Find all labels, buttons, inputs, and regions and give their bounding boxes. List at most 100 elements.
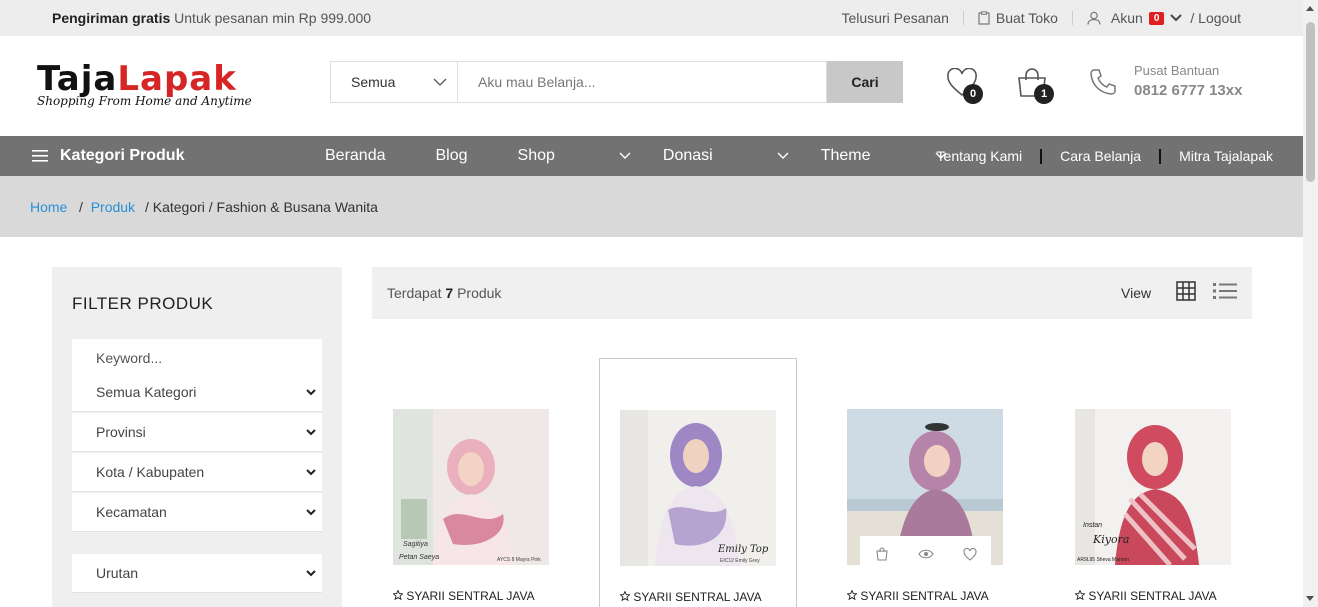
product-image-code: AYCS 8 Mayra Pink — [497, 557, 541, 563]
search-category-value: Semua — [351, 74, 396, 90]
chevron-down-icon — [306, 388, 316, 395]
product-card[interactable]: SYARII SENTRAL JAVA — [827, 358, 1025, 607]
help-label: Pusat Bantuan — [1134, 63, 1220, 78]
filter-title: FILTER PRODUK — [72, 294, 214, 313]
breadcrumb-produk[interactable]: Produk — [91, 199, 135, 215]
categories-label: Kategori Produk — [60, 147, 185, 164]
nav-menu: Beranda Blog Shop Donasi Theme — [325, 147, 979, 165]
product-image-caption: Petan Saeya — [399, 554, 439, 561]
product-seller[interactable]: SYARII SENTRAL JAVA — [1074, 589, 1217, 603]
view-label: View — [1121, 285, 1152, 301]
scroll-up-arrow[interactable] — [1306, 6, 1314, 11]
account-menu[interactable]: Akun 0 — [1087, 10, 1183, 26]
search-bar: Semua Aku mau Belanja... Cari — [330, 61, 903, 103]
sort-select[interactable]: Urutan — [72, 554, 322, 593]
product-image[interactable]: Emily Top EIC12 Emily Grey — [620, 410, 776, 566]
filter-provinsi-select[interactable]: Provinsi — [72, 413, 322, 452]
search-button[interactable]: Cari — [827, 61, 903, 103]
nav-item-beranda[interactable]: Beranda — [325, 147, 386, 165]
help-phone: 0812 6777 13xx — [1134, 82, 1243, 99]
product-image-caption: Emily Top — [717, 544, 769, 555]
help-center[interactable]: Pusat Bantuan 0812 6777 13xx — [1134, 63, 1242, 99]
top-bar: Pengiriman gratis Untuk pesanan min Rp 9… — [0, 0, 1303, 36]
nav-item-shop[interactable]: Shop — [518, 147, 631, 165]
cart-button[interactable]: 1 — [1016, 68, 1054, 104]
results-toolbar: Terdapat 7 Produk View — [372, 267, 1252, 319]
header: TajaLapak Shopping From Home and Anytime… — [0, 36, 1303, 136]
breadcrumb-rest: / Kategori / Fashion & Busana Wanita — [144, 199, 378, 215]
product-image-caption-top: Sagitiya — [403, 541, 428, 548]
product-image[interactable]: Instan Kiyora AR9L95 Sheva Maroon — [1075, 409, 1231, 565]
product-image[interactable]: Sagitiya Petan Saeya AYCS 8 Mayra Pink — [393, 409, 549, 565]
product-card[interactable]: Sagitiya Petan Saeya AYCS 8 Mayra Pink S… — [373, 358, 571, 607]
breadcrumb-home[interactable]: Home — [30, 199, 67, 215]
wishlist-heart-icon[interactable] — [962, 547, 977, 561]
add-to-cart-icon[interactable] — [875, 547, 889, 561]
scrollbar-thumb[interactable] — [1306, 22, 1315, 182]
divider — [962, 11, 964, 25]
star-icon — [846, 589, 858, 601]
breadcrumb: Home / Produk / Kategori / Fashion & Bus… — [0, 176, 1303, 237]
quick-view-eye-icon[interactable] — [917, 548, 934, 560]
divider — [1040, 148, 1043, 164]
filter-kategori-select[interactable]: Semua Kategori — [72, 373, 322, 412]
grid-view-icon[interactable] — [1176, 281, 1196, 301]
product-image-code: AR9L95 Sheva Maroon — [1077, 557, 1129, 563]
product-image-code: EIC12 Emily Grey — [720, 558, 760, 564]
shipping-bold: Pengiriman gratis — [52, 10, 171, 26]
clipboard-icon — [978, 11, 990, 25]
product-seller[interactable]: SYARII SENTRAL JAVA — [619, 590, 762, 604]
filter-kecamatan-select[interactable]: Kecamatan — [72, 493, 322, 532]
top-bar-links: Telusuri Pesanan Buat Toko Akun 0 / Logo… — [841, 10, 1241, 26]
hamburger-icon — [32, 150, 48, 162]
chevron-down-icon — [619, 152, 631, 159]
chevron-down-icon — [306, 468, 316, 475]
track-orders-link[interactable]: Telusuri Pesanan — [841, 10, 948, 26]
categories-menu-button[interactable]: Kategori Produk — [32, 147, 184, 165]
wishlist-count-badge: 0 — [963, 84, 983, 104]
filter-kota-select[interactable]: Kota / Kabupaten — [72, 453, 322, 492]
chevron-down-icon — [306, 428, 316, 435]
star-icon — [1074, 589, 1086, 601]
open-store-link[interactable]: Buat Toko — [978, 10, 1058, 26]
account-badge: 0 — [1148, 11, 1165, 25]
chevron-down-icon — [306, 569, 316, 576]
product-hover-actions — [860, 536, 991, 572]
account-label: Akun — [1110, 10, 1143, 26]
logo[interactable]: TajaLapak Shopping From Home and Anytime — [37, 62, 252, 108]
link-mitra[interactable]: Mitra Tajalapak — [1179, 148, 1273, 164]
product-card[interactable]: Instan Kiyora AR9L95 Sheva Maroon SYARII… — [1055, 358, 1253, 607]
search-category-select[interactable]: Semua — [330, 61, 457, 103]
product-seller[interactable]: SYARII SENTRAL JAVA — [392, 589, 535, 603]
nav-item-donasi[interactable]: Donasi — [663, 147, 789, 165]
divider — [1071, 11, 1073, 25]
divider — [1159, 148, 1162, 164]
chevron-down-icon — [433, 78, 447, 86]
search-input[interactable]: Aku mau Belanja... — [457, 61, 827, 103]
product-seller[interactable]: SYARII SENTRAL JAVA — [846, 589, 989, 603]
product-image-caption-top: Instan — [1083, 522, 1102, 529]
page-scrollbar[interactable] — [1303, 0, 1318, 607]
nav-item-theme[interactable]: Theme — [821, 147, 947, 165]
star-icon — [392, 589, 404, 601]
filter-sidebar: FILTER PRODUK Keyword... Semua Kategori … — [52, 267, 342, 607]
phone-icon — [1090, 69, 1116, 95]
scroll-down-arrow[interactable] — [1306, 596, 1314, 601]
main-nav: Kategori Produk Beranda Blog Shop Donasi… — [0, 136, 1303, 176]
link-cara-belanja[interactable]: Cara Belanja — [1060, 148, 1141, 164]
shipping-text: Untuk pesanan min Rp 999.000 — [174, 10, 372, 26]
open-store-label: Buat Toko — [995, 10, 1058, 26]
product-card[interactable]: Emily Top EIC12 Emily Grey SYARII SENTRA… — [599, 358, 797, 607]
chevron-down-icon — [306, 508, 316, 515]
wishlist-button[interactable]: 0 — [946, 67, 983, 104]
chevron-down-icon — [1170, 14, 1183, 22]
link-tentang-kami[interactable]: Tentang Kami — [937, 148, 1023, 164]
user-icon — [1087, 11, 1101, 25]
nav-item-blog[interactable]: Blog — [436, 147, 468, 165]
shipping-notice: Pengiriman gratis Untuk pesanan min Rp 9… — [52, 10, 371, 26]
cart-count-badge: 1 — [1034, 84, 1054, 104]
list-view-icon[interactable] — [1212, 282, 1238, 300]
product-image-caption: Kiyora — [1092, 533, 1129, 546]
logout-link[interactable]: / Logout — [1190, 10, 1241, 26]
logo-tagline: Shopping From Home and Anytime — [37, 94, 252, 108]
